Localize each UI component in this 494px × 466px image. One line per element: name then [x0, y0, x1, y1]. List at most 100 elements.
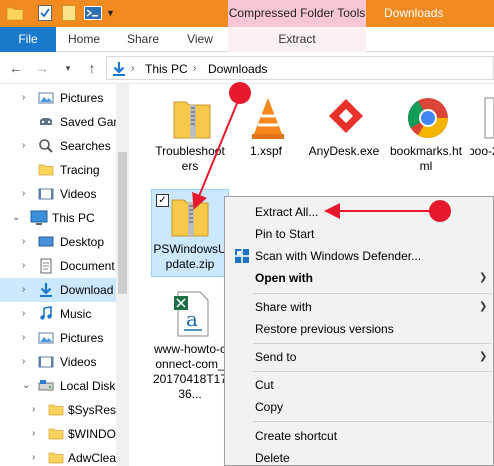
tab-home[interactable]: Home [62, 27, 106, 52]
folder-icon[interactable] [7, 4, 23, 22]
documents-icon [38, 258, 54, 274]
nav-pane-scrollbar[interactable] [116, 84, 129, 466]
menu-separator [253, 421, 491, 422]
nav-item-label: Desktop [60, 235, 105, 249]
menu-item-extract-all[interactable]: Extract All... [227, 201, 493, 223]
expand-chevron-icon[interactable]: › [32, 450, 42, 466]
file-item[interactable]: 1.xspf [228, 94, 304, 164]
menu-item-open-with[interactable]: Open with ❯ [227, 267, 493, 289]
downloads-icon [38, 282, 54, 298]
expand-chevron-icon[interactable]: › [32, 402, 42, 418]
nav-item-videos[interactable]: › Videos [0, 182, 116, 206]
expand-chevron-icon[interactable]: › [22, 186, 32, 202]
file-item[interactable]: a www-howto-connect-com_20170418T1736... [152, 290, 228, 401]
tab-view[interactable]: View [178, 27, 222, 52]
forward-arrow-icon[interactable]: → [34, 59, 50, 77]
search-icon [38, 138, 54, 154]
expand-chevron-icon[interactable]: › [22, 330, 32, 346]
computer-icon [30, 210, 48, 226]
menu-item-scan-defender[interactable]: Scan with Windows Defender... [227, 245, 493, 267]
nav-item-label: This PC [52, 211, 95, 225]
menu-item-create-shortcut[interactable]: Create shortcut [227, 425, 493, 447]
nav-item-windows[interactable]: › $WINDO [0, 422, 116, 446]
expand-chevron-icon[interactable]: › [22, 234, 32, 250]
nav-item-this-pc[interactable]: ⌄ This PC [0, 206, 116, 230]
menu-item-pin-to-start[interactable]: Pin to Start [227, 223, 493, 245]
file-item[interactable]: Troubleshooters [152, 94, 228, 184]
expand-chevron-icon[interactable]: › [22, 138, 32, 154]
menu-item-copy[interactable]: Copy [227, 396, 493, 418]
nav-item-label: $SysRese [68, 403, 123, 417]
nav-item-searches[interactable]: › Searches [0, 134, 116, 158]
nav-item-music[interactable]: › Music [0, 302, 116, 326]
saved-games-icon [38, 114, 54, 130]
nav-item-local-disk[interactable]: ⌄ Local Disk [0, 374, 116, 398]
tab-file[interactable]: File [0, 27, 56, 52]
nav-item-documents[interactable]: › Document [0, 254, 116, 278]
nav-item-label: Pictures [60, 91, 104, 105]
menu-separator [253, 343, 491, 344]
videos-icon [38, 354, 54, 370]
nav-item-pictures[interactable]: › Pictures [0, 86, 116, 110]
pictures-icon [38, 330, 54, 346]
address-bar[interactable]: › This PC › Downloads [106, 56, 494, 80]
file-item[interactable]: boo-20 1.js [470, 94, 494, 184]
nav-item-label: Document [60, 259, 115, 273]
menu-item-share-with[interactable]: Share with ❯ [227, 296, 493, 318]
expand-chevron-icon[interactable]: › [32, 426, 42, 442]
zip-folder-icon [170, 94, 214, 142]
tab-share[interactable]: Share [120, 27, 166, 52]
file-label: PSWindowsUpdate.zip [153, 242, 227, 271]
file-item-selected[interactable]: ✓ PSWindowsUpdate.zip [151, 189, 229, 277]
expand-chevron-icon[interactable]: › [22, 258, 32, 274]
expand-chevron-icon[interactable]: › [22, 354, 32, 370]
tab-extract[interactable]: Extract [228, 27, 366, 52]
folder-icon [48, 450, 64, 466]
defender-icon [234, 248, 250, 264]
nav-item-adwcleaner[interactable]: › AdwClea [0, 446, 116, 466]
back-arrow-icon[interactable]: ← [8, 59, 24, 77]
breadcrumb-downloads[interactable]: Downloads [208, 61, 267, 77]
menu-item-send-to[interactable]: Send to ❯ [227, 346, 493, 368]
menu-item-cut[interactable]: Cut [227, 374, 493, 396]
drive-icon [38, 378, 54, 394]
nav-item-downloads[interactable]: › Download [0, 278, 116, 302]
nav-item-pictures-pc[interactable]: › Pictures [0, 326, 116, 350]
title-bar: ▼ Compressed Folder Tools Downloads [0, 0, 494, 27]
up-arrow-icon[interactable]: ↑ [84, 59, 100, 77]
navigation-pane: › Pictures Saved Gam › Searches Tracing … [0, 84, 129, 466]
scrollbar-thumb[interactable] [118, 152, 127, 294]
vlc-icon [246, 94, 290, 142]
window-title: Downloads [384, 6, 444, 20]
nav-item-label: Tracing [60, 163, 100, 177]
file-item[interactable]: bookmarks.html [388, 94, 464, 174]
breadcrumb-separator-icon: › [131, 63, 135, 74]
quick-access-dropdown-icon[interactable]: ▼ [106, 4, 116, 22]
pictures-icon [38, 90, 54, 106]
xlsx-icon: a [170, 290, 214, 338]
menu-item-delete[interactable]: Delete [227, 447, 493, 466]
menu-separator [253, 293, 491, 294]
navigation-bar: ← → ▾ ↑ › This PC › Downloads [0, 52, 494, 84]
menu-item-restore-previous[interactable]: Restore previous versions [227, 318, 493, 340]
file-label: boo-20 1.js [470, 144, 494, 158]
recent-locations-chevron-icon[interactable]: ▾ [60, 59, 76, 77]
nav-item-videos-pc[interactable]: › Videos [0, 350, 116, 374]
breadcrumb-this-pc[interactable]: This PC [145, 61, 188, 77]
nav-item-saved-games[interactable]: Saved Gam [0, 110, 123, 134]
file-icon [484, 94, 494, 142]
terminal-icon[interactable] [84, 4, 102, 22]
anydesk-icon [324, 94, 368, 142]
menu-separator [253, 371, 491, 372]
properties-check-icon[interactable] [38, 4, 54, 22]
expand-chevron-icon[interactable]: › [22, 282, 32, 298]
new-folder-icon[interactable] [62, 4, 78, 22]
nav-item-tracing[interactable]: Tracing [0, 158, 116, 182]
nav-item-desktop[interactable]: › Desktop [0, 230, 116, 254]
collapse-chevron-icon[interactable]: ⌄ [22, 378, 32, 394]
file-item[interactable]: AnyDesk.exe [306, 94, 382, 174]
expand-chevron-icon[interactable]: › [22, 306, 32, 322]
nav-item-sysreset[interactable]: › $SysRese [0, 398, 123, 422]
expand-chevron-icon[interactable]: › [22, 90, 32, 106]
collapse-chevron-icon[interactable]: ⌄ [12, 210, 22, 226]
